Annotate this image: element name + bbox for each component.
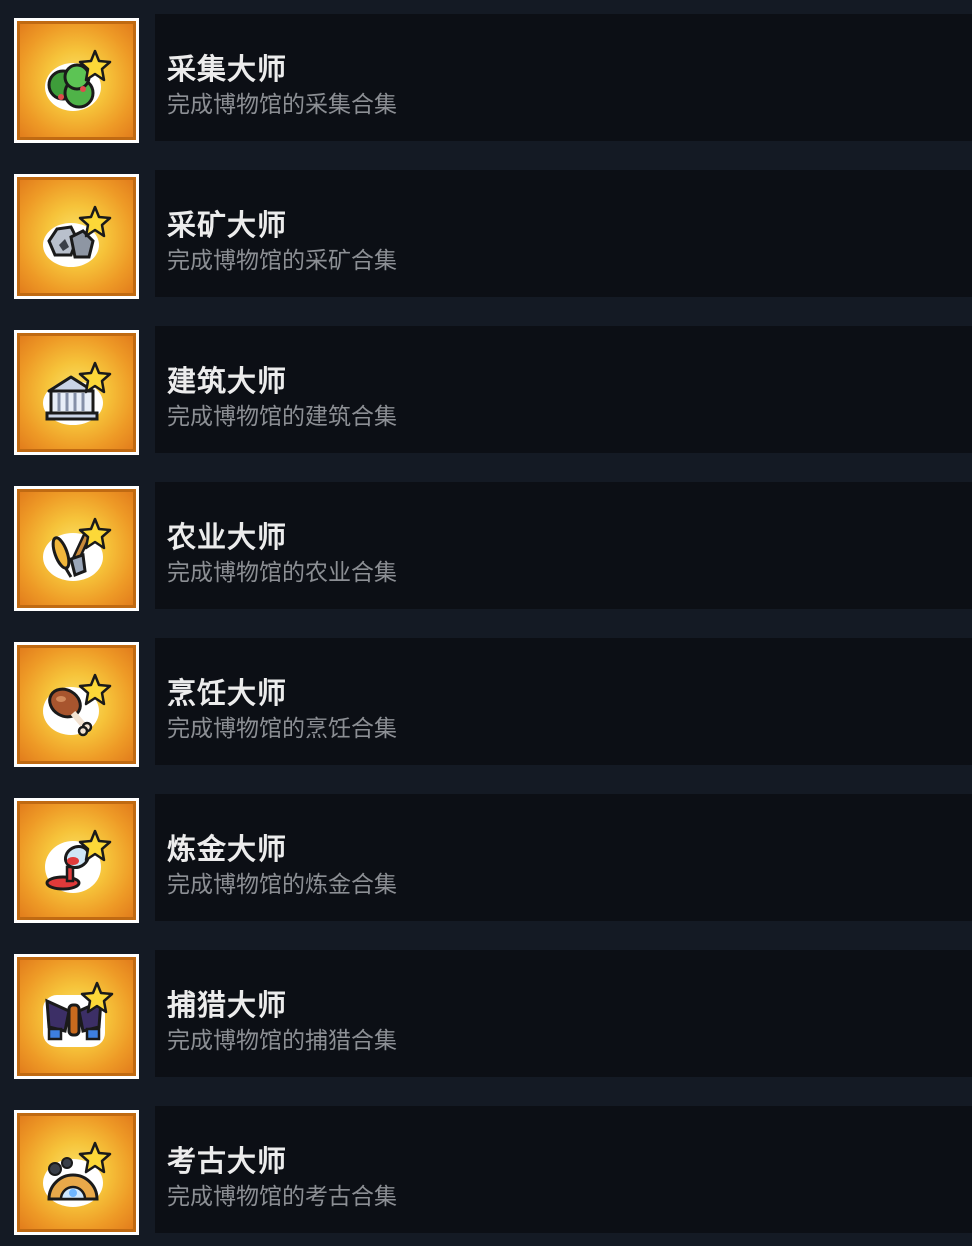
achievement-panel: 采矿大师 完成博物馆的采矿合集: [155, 170, 972, 297]
achievement-panel: 烹饪大师 完成博物馆的烹饪合集: [155, 638, 972, 765]
achievement-panel: 炼金大师 完成博物馆的炼金合集: [155, 794, 972, 921]
achievement-panel: 捕猎大师 完成博物馆的捕猎合集: [155, 950, 972, 1077]
achievement-badge: [14, 954, 139, 1079]
achievement-description: 完成博物馆的炼金合集: [167, 872, 397, 898]
achievement-panel: 考古大师 完成博物馆的考古合集: [155, 1106, 972, 1233]
achievement-title: 农业大师: [167, 520, 288, 554]
achievement-description: 完成博物馆的考古合集: [167, 1184, 397, 1210]
alchemy-potion-icon: [44, 829, 111, 893]
archaeology-dome-icon: [42, 1141, 111, 1207]
achievement-row[interactable]: 炼金大师 完成博物馆的炼金合集: [0, 794, 972, 923]
achievement-list: 采集大师 完成博物馆的采集合集 采矿大师 完成博物馆的采矿合集 建筑大师 完成博…: [0, 0, 972, 1246]
achievement-title: 炼金大师: [167, 832, 288, 866]
achievement-badge: [14, 330, 139, 455]
achievement-description: 完成博物馆的采集合集: [167, 92, 397, 118]
achievement-badge: [14, 486, 139, 611]
achievement-row[interactable]: 农业大师 完成博物馆的农业合集: [0, 482, 972, 611]
achievement-badge: [14, 798, 139, 923]
achievement-title: 烹饪大师: [167, 676, 288, 710]
achievement-panel: 农业大师 完成博物馆的农业合集: [155, 482, 972, 609]
achievement-badge: [14, 174, 139, 299]
gathering-bush-icon: [44, 49, 111, 111]
building-temple-icon: [42, 361, 111, 425]
achievement-description: 完成博物馆的捕猎合集: [167, 1028, 397, 1054]
achievement-panel: 采集大师 完成博物馆的采集合集: [155, 14, 972, 141]
achievement-row[interactable]: 采矿大师 完成博物馆的采矿合集: [0, 170, 972, 299]
achievement-description: 完成博物馆的烹饪合集: [167, 716, 397, 742]
achievement-badge: [14, 642, 139, 767]
achievement-title: 采集大师: [167, 52, 288, 86]
achievement-title: 建筑大师: [167, 364, 288, 398]
achievement-row[interactable]: 捕猎大师 完成博物馆的捕猎合集: [0, 950, 972, 1079]
achievement-title: 考古大师: [167, 1144, 288, 1178]
achievement-row[interactable]: 建筑大师 完成博物馆的建筑合集: [0, 326, 972, 455]
farming-wheat-shovel-icon: [42, 517, 111, 581]
achievement-panel: 建筑大师 完成博物馆的建筑合集: [155, 326, 972, 453]
achievement-badge: [14, 18, 139, 143]
achievement-title: 采矿大师: [167, 208, 288, 242]
mining-ore-icon: [42, 205, 111, 267]
achievement-badge: [14, 1110, 139, 1235]
achievement-description: 完成博物馆的建筑合集: [167, 404, 397, 430]
achievement-row[interactable]: 采集大师 完成博物馆的采集合集: [0, 14, 972, 143]
achievement-description: 完成博物馆的农业合集: [167, 560, 397, 586]
achievement-title: 捕猎大师: [167, 988, 288, 1022]
achievement-row[interactable]: 烹饪大师 完成博物馆的烹饪合集: [0, 638, 972, 767]
hunting-moth-icon: [42, 981, 113, 1047]
achievement-row[interactable]: 考古大师 完成博物馆的考古合集: [0, 1106, 972, 1235]
achievement-description: 完成博物馆的采矿合集: [167, 248, 397, 274]
cooking-drumstick-icon: [42, 673, 111, 736]
